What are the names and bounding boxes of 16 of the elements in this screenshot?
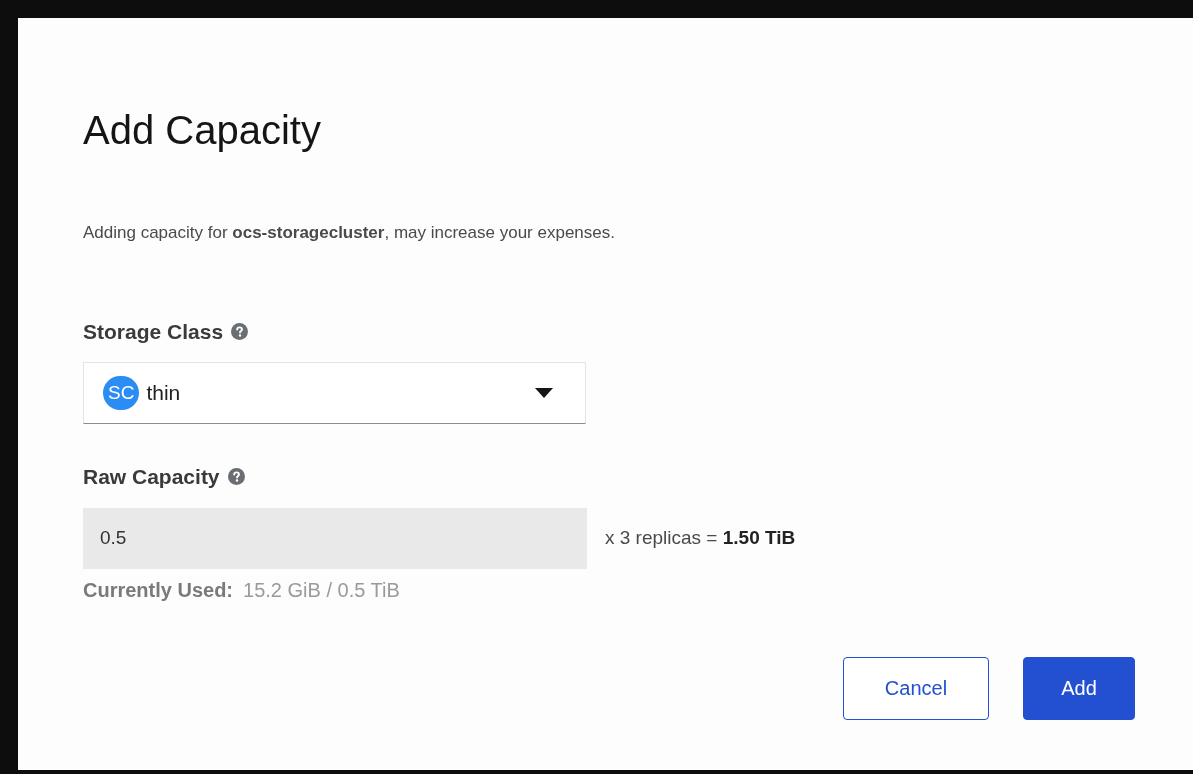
cancel-button[interactable]: Cancel xyxy=(843,656,989,720)
used-label: Currently Used: xyxy=(83,577,234,603)
used-value: 15.2 GiB / 0.5 TiB xyxy=(243,577,400,603)
field-label: Raw Capacity xyxy=(83,464,220,490)
capacity-input[interactable]: 0.5 xyxy=(83,507,587,569)
description: Adding capacity for ocs-storagecluster, may increase your expenses. xyxy=(83,222,615,244)
caret-icon xyxy=(535,388,553,398)
dialog-title: Add Capacity xyxy=(83,107,321,154)
storage-class-select[interactable]: SC thin xyxy=(83,362,586,424)
add-button[interactable]: Add xyxy=(1023,656,1135,720)
replicas-text: x 3 replicas = 1.50 TiB xyxy=(605,525,796,550)
help-icon[interactable] xyxy=(227,468,245,486)
select-value: thin xyxy=(146,380,181,407)
sc-badge: SC xyxy=(103,376,140,410)
field-label: Storage Class xyxy=(83,318,224,345)
help-icon[interactable] xyxy=(231,322,249,340)
